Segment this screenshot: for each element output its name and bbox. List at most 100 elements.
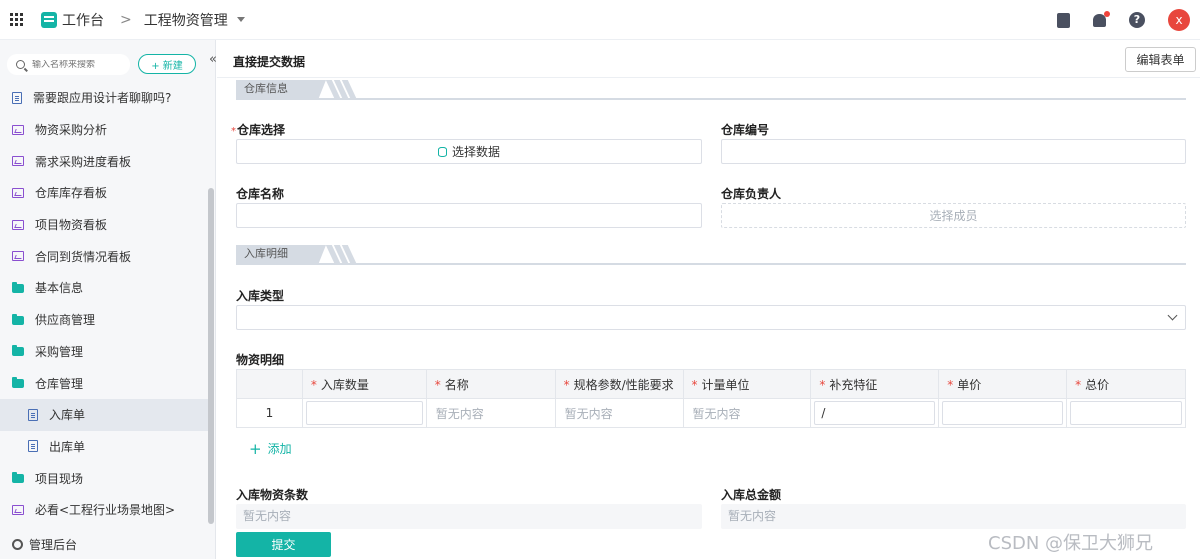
sidebar-item-label: 采购管理 [35,344,84,359]
sidebar-item-label: 仓库管理 [35,376,84,391]
dashboard-icon [12,124,24,135]
required-mark: * [231,126,236,137]
table-header-index [236,369,303,399]
spec-cell: 暂无内容 [554,398,684,428]
sidebar-item[interactable]: 项目物资看板 [0,209,210,241]
sidebar-nav: 需要跟应用设计者聊聊吗? 物资采购分析需求采购进度看板仓库库存看板项目物资看板合同… [0,82,210,526]
form-header: 直接提交数据 编辑表单 [217,40,1200,78]
feature-cell[interactable]: / [810,398,940,428]
sidebar-item-label: 基本信息 [35,281,84,296]
inbound-type-select[interactable] [236,305,1186,330]
workspace-logo-icon [41,11,57,28]
section-divider [236,98,1186,100]
select-member-button[interactable]: 选择成员 [721,203,1186,228]
sidebar-item[interactable]: 项目现场 [0,462,210,494]
sidebar-item[interactable]: 需求采购进度看板 [0,145,210,177]
warehouse-select-label-text: 仓库选择 [237,123,286,137]
unit-price-input[interactable] [942,401,1064,425]
chevron-down-icon[interactable] [236,17,245,22]
warehouse-code-label: 仓库编号 [721,123,770,137]
edit-form-button[interactable]: 编辑表单 [1125,47,1196,72]
avatar[interactable]: x [1168,9,1190,31]
sidebar-item-label: 入库单 [49,408,86,423]
folder-icon [12,345,24,357]
table-header: * 入库数量 [301,369,427,399]
section-warehouse-info: 仓库信息 [236,80,1186,100]
workspace-link[interactable]: 工作台 [62,10,104,30]
submit-button[interactable]: 提交 [236,532,331,557]
help-icon[interactable]: ? [1129,12,1145,28]
admin-label: 管理后台 [29,538,78,552]
material-detail-table: * 入库数量 * 名称 * 规格参数/性能要求 * 计量单位 * 补充特征 * 单价 * 总价… [236,369,1186,428]
warehouse-select-button[interactable]: 选择数据 [236,139,702,164]
search-input[interactable] [32,59,127,70]
sidebar: + 新建 « 需要跟应用设计者聊聊吗? 物资采购分析需求采购进度看板仓库库存看板项… [0,40,217,559]
row-number: 1 [236,398,303,428]
dashboard-icon [12,504,24,515]
warehouse-name-label: 仓库名称 [236,187,285,201]
sidebar-item-label: 项目物资看板 [35,218,108,233]
warehouse-code-field[interactable] [721,139,1186,164]
sidebar-item[interactable]: 采购管理 [0,336,210,368]
sidebar-item-label: 出库单 [49,439,86,454]
total-price-input[interactable] [1070,401,1182,425]
warehouse-name-field[interactable] [236,203,702,228]
table-header: * 总价 [1066,369,1186,399]
app-grid-icon[interactable] [10,12,24,27]
name-cell: 暂无内容 [425,398,556,428]
dashboard-icon [12,156,24,167]
sidebar-item-label: 需求采购进度看板 [35,154,132,169]
sidebar-item-label: 合同到货情况看板 [35,249,132,264]
main-content: 直接提交数据 编辑表单 仓库信息 *仓库选择 选择数据 仓库编号 仓库名称 仓库… [217,40,1200,559]
sidebar-item[interactable]: 供应商管理 [0,304,210,336]
sidebar-item[interactable]: 需要跟应用设计者聊聊吗? [0,82,210,114]
book-icon[interactable] [1057,12,1070,28]
sidebar-item[interactable]: 合同到货情况看板 [0,240,210,272]
sidebar-item[interactable]: 物资采购分析 [0,114,210,146]
collapse-sidebar-icon[interactable]: « [209,52,217,67]
sidebar-item[interactable]: 入库单 [0,398,210,431]
add-label: 添加 [267,442,292,456]
table-header: * 名称 [425,369,556,399]
table-header: * 计量单位 [682,369,812,399]
inbound-count-field: 暂无内容 [236,504,702,529]
section-title: 仓库信息 [236,80,326,98]
sidebar-item[interactable]: 仓库库存看板 [0,177,210,209]
document-icon [28,408,38,421]
inbound-type-label: 入库类型 [236,289,285,303]
sidebar-item[interactable]: 必看<工程行业场景地图> [0,494,210,526]
breadcrumb-separator: > [120,11,132,28]
sidebar-scrollbar[interactable] [208,188,214,524]
quantity-input[interactable] [305,401,423,425]
admin-link[interactable]: 管理后台 [12,536,77,553]
unit-price-cell[interactable] [938,398,1068,428]
inbound-count-label: 入库物资条数 [236,488,309,502]
top-bar: 工作台 > 工程物资管理 ? x [0,0,1200,40]
gear-icon [12,539,23,550]
sidebar-item[interactable]: 出库单 [0,431,210,463]
dashboard-icon [12,219,24,230]
sidebar-item[interactable]: 仓库管理 [0,367,210,399]
total-price-cell[interactable] [1066,398,1186,428]
bell-icon[interactable] [1093,10,1110,27]
app-name[interactable]: 工程物资管理 [144,10,228,30]
sidebar-item[interactable]: 基本信息 [0,272,210,304]
watermark: CSDN @保卫大狮兄 [988,533,1154,554]
sidebar-item-label: 必看<工程行业场景地图> [35,503,176,518]
inbound-amount-label: 入库总金额 [721,488,782,502]
form-title: 直接提交数据 [233,55,306,69]
feature-input[interactable]: / [814,401,936,425]
folder-icon [12,313,24,325]
sidebar-item-label: 需要跟应用设计者聊聊吗? [33,91,172,106]
new-button[interactable]: + 新建 [138,54,196,74]
document-icon [12,91,22,104]
chevron-down-icon [1167,310,1178,321]
sidebar-item-label: 供应商管理 [35,313,96,328]
warehouse-manager-label: 仓库负责人 [721,187,782,201]
folder-icon [12,377,24,389]
add-row-button[interactable]: + 添加 [249,440,292,457]
document-icon [28,440,38,453]
unit-cell: 暂无内容 [682,398,812,428]
quantity-cell[interactable] [301,398,427,428]
search-box[interactable] [7,54,130,75]
